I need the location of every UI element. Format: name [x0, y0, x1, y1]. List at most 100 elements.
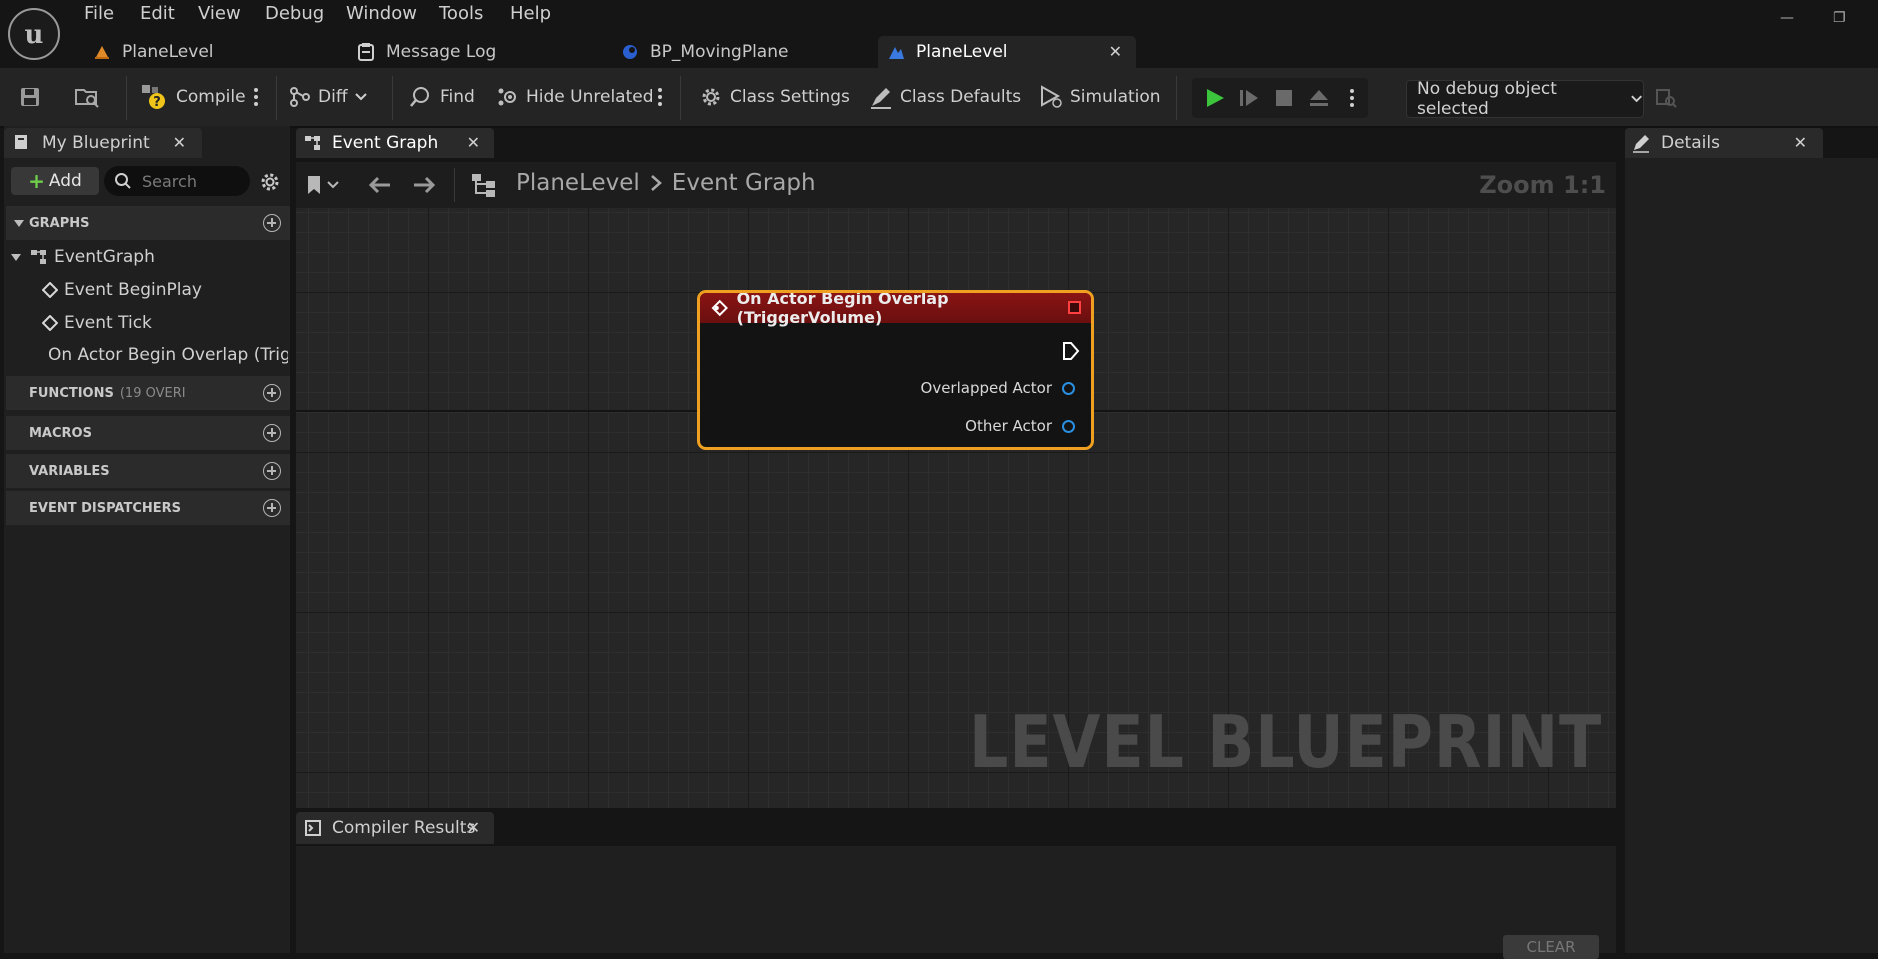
compile-label: Compile: [176, 87, 246, 107]
diff-label: Diff: [318, 87, 348, 107]
save-button[interactable]: [18, 82, 48, 112]
class-defaults-label: Class Defaults: [900, 87, 1022, 107]
close-tab-icon[interactable]: ✕: [467, 133, 480, 152]
section-variables[interactable]: VARIABLES: [6, 454, 290, 488]
menu-help[interactable]: Help: [510, 3, 551, 24]
section-functions-note: (19 OVERI: [119, 385, 186, 401]
object-pin-icon[interactable]: [1062, 381, 1075, 395]
find-button[interactable]: Find: [408, 82, 475, 112]
simulation-label: Simulation: [1070, 87, 1161, 107]
compiler-results-panel: [296, 846, 1616, 953]
add-button[interactable]: + Add: [11, 167, 99, 195]
minimize-button[interactable]: —: [1780, 10, 1794, 26]
event-diamond-icon: [42, 282, 58, 298]
search-input[interactable]: Search: [104, 166, 250, 196]
diff-button[interactable]: Diff: [288, 82, 374, 112]
bookmark-icon[interactable]: [306, 174, 340, 196]
tab-my-blueprint[interactable]: My Blueprint ✕: [4, 128, 202, 158]
doc-tab-bp-movingplane[interactable]: BP_MovingPlane: [620, 36, 860, 68]
event-graph-icon: [305, 136, 320, 150]
section-functions[interactable]: FUNCTIONS (19 OVERI: [6, 376, 290, 410]
forward-arrow-icon[interactable]: [412, 174, 438, 196]
tree-item-event-tick[interactable]: Event Tick: [42, 310, 288, 336]
restore-button[interactable]: ❐: [1833, 10, 1846, 26]
clear-button[interactable]: CLEAR: [1503, 935, 1599, 959]
simulation-button[interactable]: Simulation: [1038, 82, 1161, 112]
exec-pin-icon[interactable]: [1061, 341, 1081, 361]
pin-overlapped-actor[interactable]: Overlapped Actor: [921, 379, 1075, 397]
event-diamond-icon: [711, 299, 728, 317]
section-dispatchers-label: EVENT DISPATCHERS: [29, 500, 182, 516]
tab-event-graph[interactable]: Event Graph ✕: [296, 128, 494, 158]
tree-item-eventgraph[interactable]: EventGraph: [10, 244, 280, 270]
section-variables-label: VARIABLES: [29, 463, 110, 479]
menu-tools[interactable]: Tools: [439, 3, 483, 24]
add-graph-icon[interactable]: [263, 214, 281, 232]
graph-hierarchy-icon[interactable]: [470, 172, 498, 198]
tree-item-on-actor-begin-overlap[interactable]: On Actor Begin Overlap (Trigg: [42, 342, 288, 368]
section-macros[interactable]: MACROS: [6, 416, 290, 450]
class-defaults-button[interactable]: Class Defaults: [868, 82, 1021, 112]
doc-tab-label: BP_MovingPlane: [650, 42, 789, 62]
class-settings-button[interactable]: Class Settings: [698, 82, 850, 112]
doc-tab-planelevel-1[interactable]: PlaneLevel: [90, 36, 332, 68]
compile-options-icon[interactable]: [248, 82, 264, 112]
pin-other-actor[interactable]: Other Actor: [965, 417, 1075, 435]
section-graphs[interactable]: GRAPHS: [6, 206, 290, 240]
hide-unrelated-label: Hide Unrelated: [526, 87, 654, 107]
section-event-dispatchers[interactable]: EVENT DISPATCHERS: [6, 491, 290, 525]
browse-button[interactable]: [74, 82, 106, 112]
graph-canvas[interactable]: LEVEL BLUEPRINT: [296, 162, 1616, 808]
stop-icon[interactable]: [1274, 88, 1294, 108]
unreal-logo-icon[interactable]: u: [8, 8, 60, 60]
object-pin-icon[interactable]: [1062, 419, 1075, 433]
play-options-icon[interactable]: [1344, 83, 1360, 113]
title-bar: u File Edit View Debug Window Tools Help…: [0, 0, 1878, 68]
hide-unrelated-options-icon[interactable]: [652, 82, 668, 112]
hide-unrelated-button[interactable]: Hide Unrelated: [496, 82, 654, 112]
toolbar-separator: [1176, 76, 1177, 120]
svg-text:?: ?: [153, 95, 161, 110]
toolbar-separator: [680, 76, 681, 120]
settings-gear-icon[interactable]: [258, 170, 282, 194]
menu-debug[interactable]: Debug: [265, 3, 324, 24]
close-tab-icon[interactable]: ✕: [1794, 133, 1807, 152]
debug-object-select[interactable]: No debug object selected: [1406, 79, 1644, 119]
step-icon[interactable]: [1238, 87, 1260, 109]
doc-tab-planelevel-active[interactable]: PlaneLevel ✕: [878, 36, 1136, 68]
menu-window[interactable]: Window: [346, 3, 417, 24]
compile-icon: ?: [142, 85, 165, 110]
nav-separator: [454, 168, 455, 202]
breadcrumb: PlaneLevel Event Graph: [516, 170, 816, 196]
close-tab-icon[interactable]: ✕: [173, 133, 186, 152]
add-variable-icon[interactable]: [263, 462, 281, 480]
event-node-on-actor-begin-overlap[interactable]: On Actor Begin Overlap (TriggerVolume) O…: [697, 290, 1094, 450]
compile-button[interactable]: ? Compile: [140, 82, 246, 112]
close-tab-icon[interactable]: ✕: [1109, 42, 1122, 61]
play-icon[interactable]: [1204, 87, 1226, 109]
toolbar-separator: [126, 76, 127, 120]
breadcrumb-planelevel[interactable]: PlaneLevel: [516, 170, 640, 196]
eject-icon[interactable]: [1308, 87, 1330, 109]
back-arrow-icon[interactable]: [366, 174, 392, 196]
zoom-level: Zoom 1:1: [1479, 171, 1606, 199]
tree-item-label: EventGraph: [54, 247, 155, 267]
menu-edit[interactable]: Edit: [140, 3, 175, 24]
menu-file[interactable]: File: [84, 3, 114, 24]
collapse-triangle-icon: [11, 253, 21, 261]
delegate-pin-icon[interactable]: [1068, 301, 1081, 314]
add-dispatcher-icon[interactable]: [263, 499, 281, 517]
tab-compiler-results[interactable]: Compiler Results ✕: [296, 812, 494, 844]
add-macro-icon[interactable]: [263, 424, 281, 442]
details-tab-label: Details: [1661, 133, 1720, 153]
tree-item-label: Event Tick: [64, 313, 152, 333]
compiler-results-tab-label: Compiler Results: [332, 818, 476, 838]
tab-details[interactable]: Details ✕: [1625, 128, 1823, 158]
breadcrumb-event-graph[interactable]: Event Graph: [672, 170, 816, 196]
doc-tab-message-log[interactable]: Message Log: [356, 36, 596, 68]
menu-view[interactable]: View: [198, 3, 241, 24]
add-function-icon[interactable]: [263, 384, 281, 402]
debug-find-icon[interactable]: [1654, 86, 1678, 110]
close-tab-icon[interactable]: ✕: [467, 818, 480, 837]
tree-item-event-beginplay[interactable]: Event BeginPlay: [42, 277, 288, 303]
